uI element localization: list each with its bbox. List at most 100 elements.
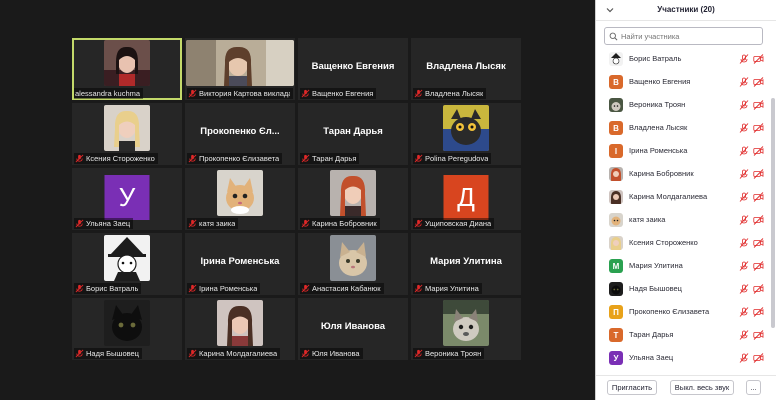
- participant-avatar: [609, 98, 623, 112]
- video-tile-irina-romenska[interactable]: Ірина Роменська Ірина Роменська: [185, 233, 295, 295]
- video-tile-prokopenko-elizaveta[interactable]: Прокопенко Єл... Прокопенко Єлизавета: [185, 103, 295, 165]
- video-off-icon[interactable]: [753, 123, 764, 133]
- video-tile-anastasia-kabanyuk[interactable]: Анастасия Кабанюк: [298, 233, 408, 295]
- participant-search[interactable]: [604, 27, 763, 45]
- video-tile-ksenia-storozhenko[interactable]: Ксения Стороженко: [72, 103, 182, 165]
- participant-avatar: [609, 213, 623, 227]
- video-tile-ushchipovskaya-diana[interactable]: Д Ущиповская Диана: [411, 168, 521, 230]
- participant-name: Мария Улитина: [629, 261, 683, 270]
- participant-row[interactable]: М Мария Улитина: [596, 255, 769, 278]
- participant-row[interactable]: Карина Бобровник: [596, 163, 769, 186]
- mic-muted-icon[interactable]: [739, 238, 749, 248]
- video-off-icon[interactable]: [753, 284, 764, 294]
- mic-muted-icon[interactable]: [739, 353, 749, 363]
- mic-muted-icon[interactable]: [739, 100, 749, 110]
- participant-row[interactable]: Т Таран Дарья: [596, 324, 769, 347]
- participant-name: Прокопенко Єлизавета: [199, 154, 280, 163]
- scrollbar-thumb[interactable]: [771, 98, 775, 328]
- video-off-icon[interactable]: [753, 77, 764, 87]
- participant-video: [330, 235, 376, 281]
- mic-muted-icon[interactable]: [739, 146, 749, 156]
- participant-video: [217, 300, 263, 346]
- participant-name: Ващенко Евгения: [312, 89, 374, 98]
- participant-name: катя заика: [629, 215, 666, 224]
- participant-list: Борис Ватраль В Ващенко Евгения Вероника Тр…: [596, 48, 769, 374]
- participant-name: Анастасия Кабанюк: [312, 284, 381, 293]
- invite-button[interactable]: Пригласить: [607, 380, 657, 395]
- search-icon: [609, 32, 618, 40]
- video-off-icon[interactable]: [753, 330, 764, 340]
- participant-row[interactable]: Надя Бышовец: [596, 278, 769, 301]
- mic-muted-icon[interactable]: [739, 261, 749, 271]
- more-options-button[interactable]: ...: [746, 380, 761, 395]
- participant-row[interactable]: У Ульяна Заец: [596, 347, 769, 370]
- video-tile-polina-peregudova[interactable]: Polina Peregudova: [411, 103, 521, 165]
- participant-row[interactable]: І Ірина Роменська: [596, 140, 769, 163]
- video-off-icon[interactable]: [753, 261, 764, 271]
- participant-video: [104, 40, 150, 86]
- video-tile-karina-moldagalieva[interactable]: Карина Молдагалиева: [185, 298, 295, 360]
- mic-muted-icon[interactable]: [739, 215, 749, 225]
- mic-muted-icon[interactable]: [739, 169, 749, 179]
- video-tile-ulyana-zaets[interactable]: У Ульяна Заец: [72, 168, 182, 230]
- participant-name-label: Владлена Лысяк: [413, 88, 487, 99]
- video-off-icon[interactable]: [753, 146, 764, 156]
- video-off-icon[interactable]: [753, 215, 764, 225]
- video-tile-viktoria-kartova[interactable]: Виктория Картова викладач, ...: [185, 38, 295, 100]
- participant-video: [104, 235, 150, 281]
- mic-muted-icon: [414, 219, 423, 228]
- mic-muted-icon[interactable]: [739, 284, 749, 294]
- participant-avatar: М: [609, 259, 623, 273]
- mic-muted-icon[interactable]: [739, 192, 749, 202]
- video-off-icon[interactable]: [753, 353, 764, 363]
- video-off-icon[interactable]: [753, 192, 764, 202]
- participant-name: Ксения Стороженко: [86, 154, 155, 163]
- video-tile-veronika-troyan[interactable]: Вероника Троян: [411, 298, 521, 360]
- video-off-icon[interactable]: [753, 307, 764, 317]
- mic-muted-icon[interactable]: [739, 123, 749, 133]
- participant-name-label: Ірина Роменська: [187, 283, 261, 294]
- video-tile-karina-bobrovnik[interactable]: Карина Бобровник: [298, 168, 408, 230]
- mic-muted-icon[interactable]: [739, 54, 749, 64]
- video-tile-vashchenko-evgenia[interactable]: Ващенко Евгения Ващенко Евгения: [298, 38, 408, 100]
- mic-muted-icon[interactable]: [739, 307, 749, 317]
- participant-name: Карина Бобровник: [312, 219, 377, 228]
- video-tile-alessandra-kuchma[interactable]: alessandra kuchma: [72, 38, 182, 100]
- participant-video: [104, 105, 150, 151]
- video-tile-boris-vatral[interactable]: Борис Ватраль: [72, 233, 182, 295]
- participant-name: Борис Ватраль: [629, 54, 682, 63]
- video-tile-taran-darya[interactable]: Таран Дарья Таран Дарья: [298, 103, 408, 165]
- video-tile-katya-zaika[interactable]: катя заика: [185, 168, 295, 230]
- mic-muted-icon[interactable]: [739, 330, 749, 340]
- mic-muted-icon[interactable]: [739, 77, 749, 87]
- video-tile-yulya-ivanova[interactable]: Юля Иванова Юля Иванова: [298, 298, 408, 360]
- participant-row[interactable]: катя заика: [596, 209, 769, 232]
- participant-avatar: І: [609, 144, 623, 158]
- participant-row[interactable]: П Прокопенко Єлизавета: [596, 301, 769, 324]
- participant-name-label: Юля Иванова: [300, 348, 363, 359]
- video-off-icon[interactable]: [753, 169, 764, 179]
- participant-name: Ірина Роменська: [629, 146, 688, 155]
- video-off-icon[interactable]: [753, 238, 764, 248]
- participant-row[interactable]: Карина Молдагалиева: [596, 186, 769, 209]
- video-tile-nadya-byshovets[interactable]: Надя Бышовец: [72, 298, 182, 360]
- avatar-letter: Д: [443, 175, 489, 220]
- mic-muted-icon: [188, 219, 197, 228]
- participant-avatar: [609, 236, 623, 250]
- participant-row[interactable]: Борис Ватраль: [596, 48, 769, 71]
- participant-name-label: Карина Бобровник: [300, 218, 380, 229]
- participant-name-label: Ксения Стороженко: [74, 153, 158, 164]
- participant-list-scrollbar[interactable]: [770, 48, 776, 374]
- participant-row[interactable]: Вероника Троян: [596, 94, 769, 117]
- participant-row[interactable]: Ксения Стороженко: [596, 232, 769, 255]
- video-tile-vladlena-lysyak[interactable]: Владлена Лысяк Владлена Лысяк: [411, 38, 521, 100]
- search-input[interactable]: [621, 31, 761, 41]
- participant-name-label: Ущиповская Диана: [413, 218, 495, 229]
- participant-row[interactable]: В Ващенко Евгения: [596, 71, 769, 94]
- participant-name-label: Надя Бышовец: [74, 348, 142, 359]
- video-off-icon[interactable]: [753, 100, 764, 110]
- participant-row[interactable]: В Владлена Лысяк: [596, 117, 769, 140]
- mute-all-button[interactable]: Выкл. весь звук: [670, 380, 734, 395]
- video-tile-maria-ulitina[interactable]: Мария Улитина Мария Улитина: [411, 233, 521, 295]
- video-off-icon[interactable]: [753, 54, 764, 64]
